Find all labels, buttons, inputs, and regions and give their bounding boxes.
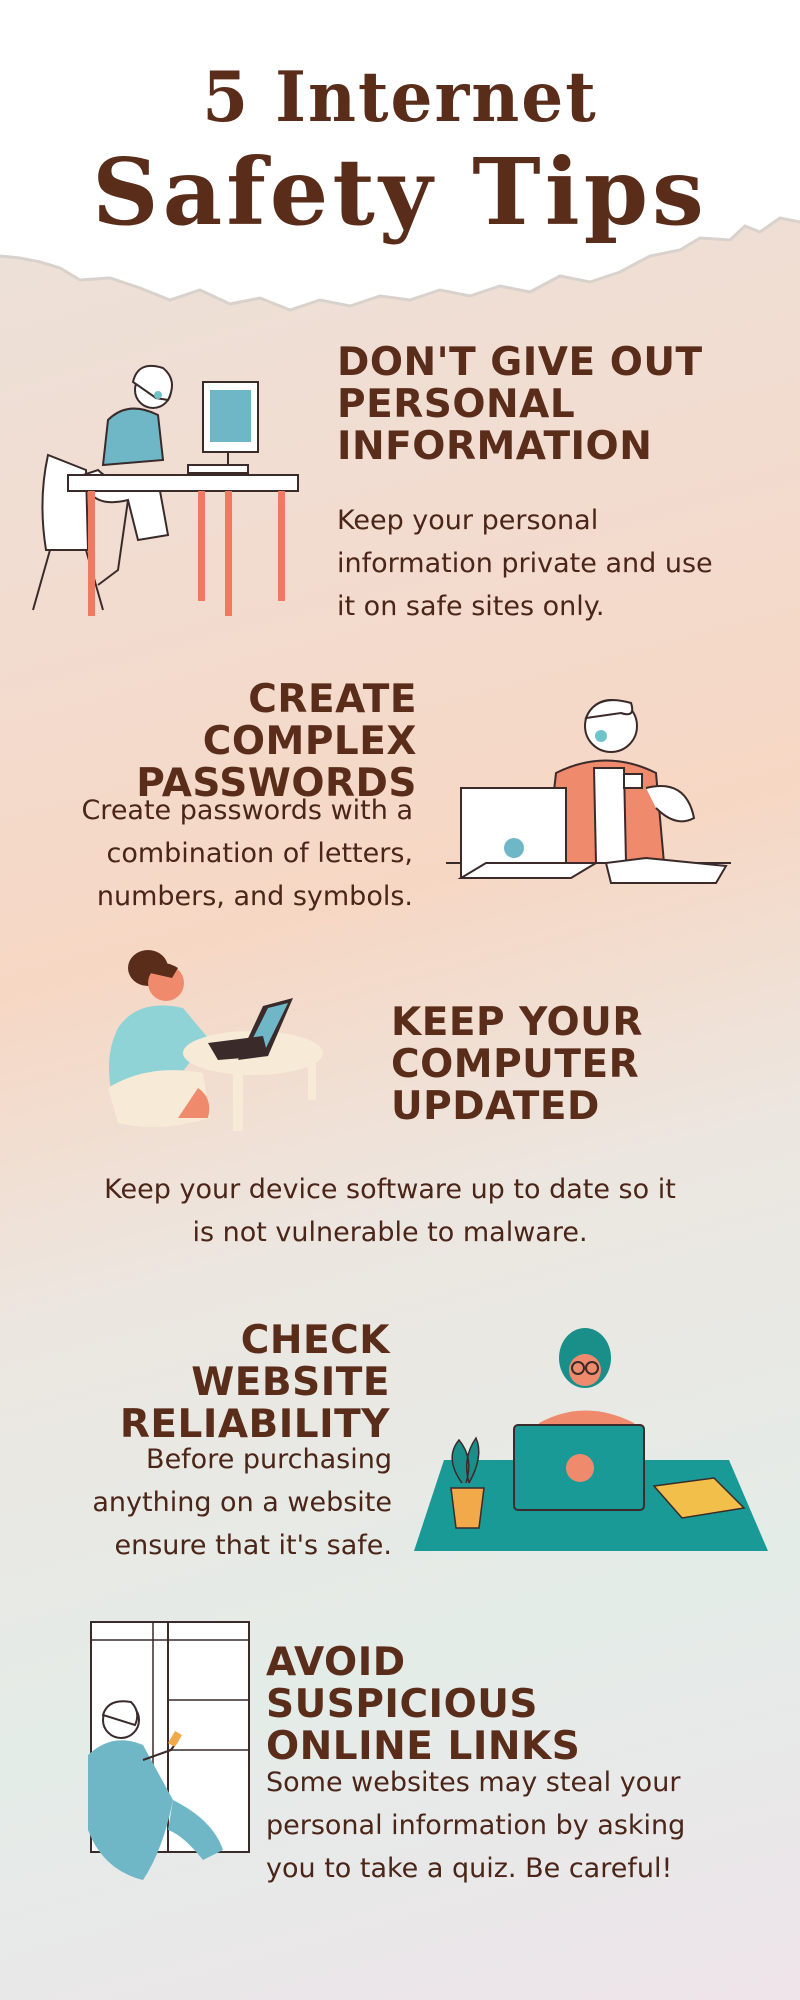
tip-2-body: Create passwords with a combination of l… — [81, 795, 413, 912]
woman-window-phone-illustration — [88, 1621, 250, 1880]
man-laptop-coffee-illustration — [446, 699, 731, 884]
infographic-page: 5 Internet Safety Tips Don't give out pe… — [0, 0, 800, 2000]
tip-4-body: Before purchasing anything on a website … — [92, 1444, 392, 1561]
title-line-1: 5 Internet — [202, 56, 598, 138]
woman-laptop-plant-illustration — [414, 1328, 768, 1551]
tip-5-heading: Avoid suspicious online links — [266, 1640, 581, 1769]
tip-1-heading: Don't give out personal information — [337, 340, 703, 469]
title-line-2: Safety Tips — [92, 138, 708, 246]
tip-5-body: Some websites may steal your personal in… — [266, 1767, 686, 1884]
tip-3-body: Keep your device software up to date so … — [104, 1174, 676, 1248]
woman-at-desk-illustration — [32, 364, 299, 616]
tip-2-heading: Create complex passwords — [136, 677, 417, 806]
woman-laptop-table-illustration — [108, 950, 323, 1131]
tip-1-body: Keep your personal information private a… — [337, 505, 713, 622]
tip-3-heading: Keep your computer updated — [391, 1000, 643, 1129]
tip-4-heading: Check website reliability — [119, 1318, 390, 1447]
